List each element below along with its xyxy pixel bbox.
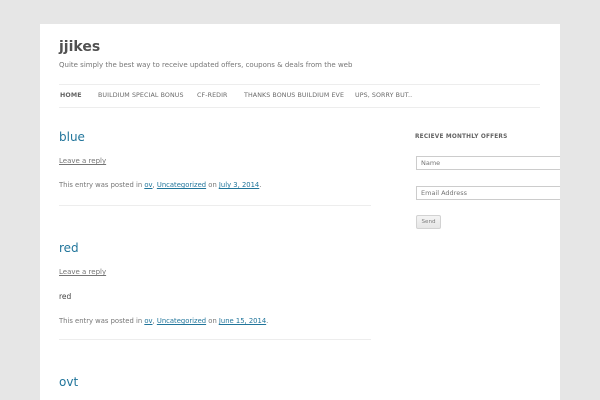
nav-item-buildium-special-bonus[interactable]: BUILDIUM SPECIAL BONUS	[98, 92, 184, 99]
meta-prefix: This entry was posted in	[59, 181, 143, 189]
post-title[interactable]: red	[59, 241, 79, 255]
leave-reply-link[interactable]: Leave a reply	[59, 268, 106, 276]
entry-meta: This entry was posted in ov, Uncategoriz…	[59, 181, 261, 189]
leave-reply-link[interactable]: Leave a reply	[59, 157, 106, 165]
nav-item-home[interactable]: Home	[60, 92, 82, 99]
post-title[interactable]: ovt	[59, 375, 78, 389]
post-date-link[interactable]: June 15, 2014	[219, 317, 266, 325]
entry-meta: This entry was posted in ov, Uncategoriz…	[59, 317, 268, 325]
meta-dot: .	[259, 181, 262, 189]
name-field[interactable]	[416, 156, 560, 170]
email-field[interactable]	[416, 186, 560, 200]
site-title[interactable]: jjikes	[59, 39, 100, 55]
meta-on: on	[208, 181, 217, 189]
nav-item-cf-redir[interactable]: CF-REDIR	[197, 92, 228, 99]
post-divider	[59, 339, 371, 340]
main-navigation: Home BUILDIUM SPECIAL BONUS CF-REDIR THA…	[59, 84, 540, 108]
post-content: red	[59, 292, 72, 301]
meta-comma: ,	[152, 181, 155, 189]
nav-item-thanks-bonus[interactable]: THANKS BONUS BUILDIUM EVE	[244, 92, 344, 99]
post-title[interactable]: blue	[59, 130, 85, 144]
category-link-uncategorized[interactable]: Uncategorized	[157, 317, 206, 325]
category-link-ov[interactable]: ov	[144, 317, 152, 325]
page-container: jjikes Quite simply the best way to rece…	[40, 24, 560, 400]
category-link-ov[interactable]: ov	[144, 181, 152, 189]
meta-comma: ,	[152, 317, 155, 325]
post-divider	[59, 205, 371, 206]
meta-on: on	[208, 317, 217, 325]
site-description: Quite simply the best way to receive upd…	[59, 61, 353, 69]
meta-dot: .	[266, 317, 269, 325]
meta-prefix: This entry was posted in	[59, 317, 143, 325]
post-date-link[interactable]: July 3, 2014	[219, 181, 259, 189]
widget-title: RECIEVE MONTHLY OFFERS	[415, 134, 508, 140]
send-button[interactable]: Send	[416, 215, 441, 229]
category-link-uncategorized[interactable]: Uncategorized	[157, 181, 206, 189]
nav-item-ups-sorry[interactable]: UPS, SORRY BUT..	[355, 92, 412, 99]
